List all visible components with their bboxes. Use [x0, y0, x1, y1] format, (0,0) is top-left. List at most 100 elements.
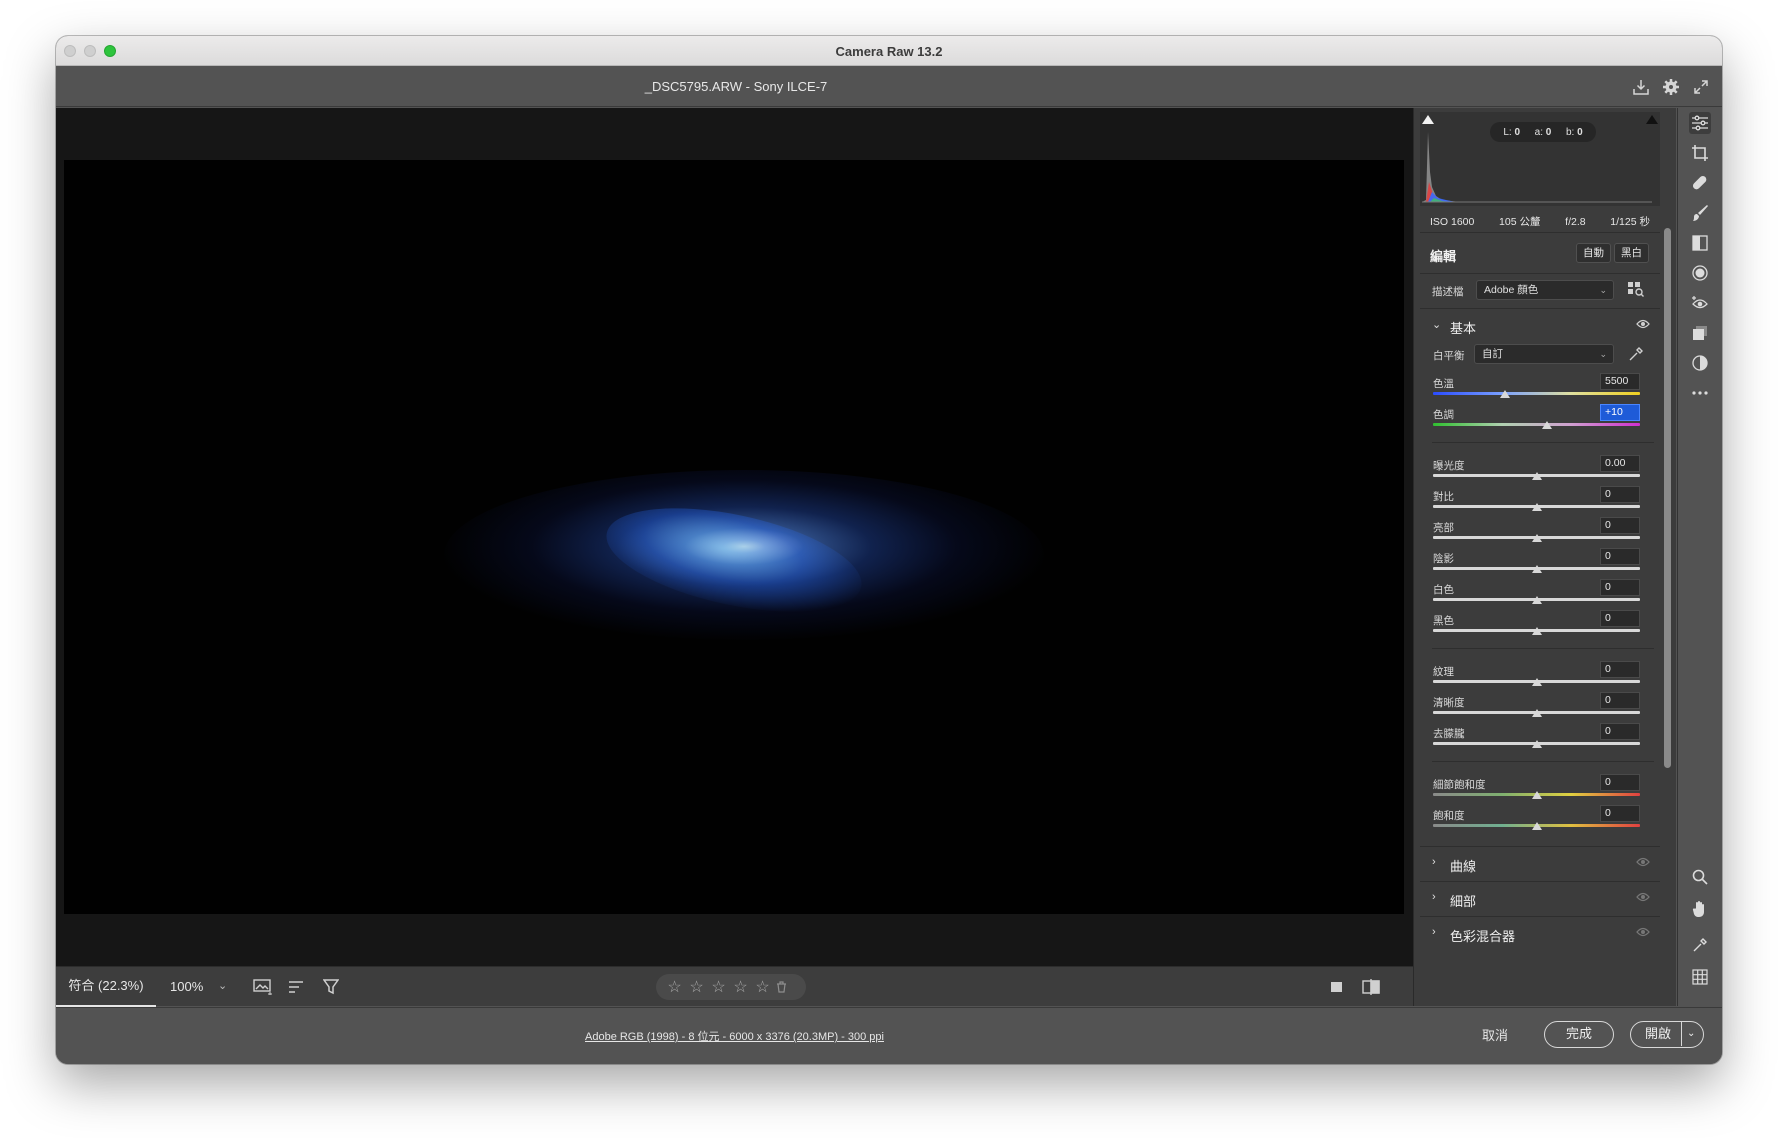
- trash-icon[interactable]: [776, 981, 793, 993]
- chevron-right-icon[interactable]: ›: [1432, 891, 1436, 903]
- grid-overlay-icon[interactable]: [1689, 966, 1711, 988]
- cancel-button[interactable]: 取消: [1482, 1025, 1508, 1044]
- texture-thumb[interactable]: [1531, 678, 1542, 686]
- shadows-value[interactable]: 0: [1600, 548, 1640, 565]
- shadows-slider[interactable]: 陰影 0: [1420, 548, 1660, 579]
- before-after-icon[interactable]: [1360, 977, 1382, 997]
- texture-value[interactable]: 0: [1600, 661, 1640, 678]
- color-sampler-icon[interactable]: [1689, 934, 1711, 956]
- chevron-right-icon[interactable]: ›: [1432, 926, 1436, 938]
- shadows-thumb[interactable]: [1531, 565, 1542, 573]
- texture-slider[interactable]: 紋理 0: [1420, 661, 1660, 692]
- snapshots-icon[interactable]: [1689, 322, 1711, 344]
- chevron-right-icon[interactable]: ›: [1432, 856, 1436, 868]
- image-canvas[interactable]: [56, 108, 1413, 966]
- workflow-options-link[interactable]: Adobe RGB (1998) - 8 位元 - 6000 x 3376 (2…: [56, 1028, 1413, 1044]
- exposure-slider[interactable]: 曝光度 0.00: [1420, 455, 1660, 486]
- presets-icon[interactable]: [1689, 352, 1711, 374]
- auto-button[interactable]: 自動: [1576, 243, 1611, 263]
- dehaze-thumb[interactable]: [1531, 740, 1542, 748]
- done-button[interactable]: 完成: [1544, 1021, 1614, 1048]
- vibrance-thumb[interactable]: [1531, 791, 1542, 799]
- profile-select[interactable]: Adobe 顏色 ⌄: [1476, 280, 1614, 300]
- blacks-thumb[interactable]: [1531, 627, 1542, 635]
- saturation-thumb[interactable]: [1531, 822, 1542, 830]
- whites-thumb[interactable]: [1531, 596, 1542, 604]
- rating-star-2[interactable]: ☆: [688, 977, 705, 997]
- chevron-down-icon[interactable]: ⌄: [1432, 318, 1441, 331]
- basic-section-header[interactable]: ⌄ 基本: [1420, 308, 1660, 340]
- temperature-value[interactable]: 5500: [1600, 373, 1640, 390]
- filmstrip-icon[interactable]: [252, 977, 274, 997]
- tint-slider[interactable]: 色調 +10: [1420, 404, 1660, 435]
- zoom-100-button[interactable]: 100%: [170, 967, 203, 1007]
- linear-gradient-icon[interactable]: [1689, 232, 1711, 254]
- dehaze-slider[interactable]: 去朦朧 0: [1420, 723, 1660, 754]
- healing-icon[interactable]: [1689, 172, 1711, 194]
- rating-star-5[interactable]: ☆: [754, 977, 771, 997]
- detail-section-header[interactable]: › 細部: [1420, 881, 1660, 916]
- open-options-chevron-icon[interactable]: ⌄: [1687, 1022, 1695, 1046]
- whites-slider[interactable]: 白色 0: [1420, 579, 1660, 610]
- filter-icon[interactable]: [320, 977, 342, 997]
- single-view-icon[interactable]: [1326, 977, 1348, 997]
- dehaze-value[interactable]: 0: [1600, 723, 1640, 740]
- temperature-thumb[interactable]: [1500, 390, 1511, 398]
- more-icon[interactable]: [1689, 382, 1711, 404]
- saturation-value[interactable]: 0: [1600, 805, 1640, 822]
- blacks-slider[interactable]: 黑色 0: [1420, 610, 1660, 641]
- exposure-value[interactable]: 0.00: [1600, 455, 1640, 472]
- hand-icon[interactable]: [1689, 898, 1711, 920]
- tint-track[interactable]: [1433, 423, 1640, 426]
- clarity-thumb[interactable]: [1531, 709, 1542, 717]
- color-mixer-section-header[interactable]: › 色彩混合器: [1420, 916, 1660, 951]
- save-icon[interactable]: [1630, 76, 1652, 98]
- highlights-slider[interactable]: 亮部 0: [1420, 517, 1660, 548]
- white-balance-select[interactable]: 自訂 ⌄: [1474, 344, 1614, 364]
- visibility-eye-icon[interactable]: [1636, 927, 1650, 937]
- sort-icon[interactable]: [286, 977, 308, 997]
- vibrance-value[interactable]: 0: [1600, 774, 1640, 791]
- black-white-button[interactable]: 黑白: [1614, 243, 1649, 263]
- eyedropper-icon[interactable]: [1628, 346, 1644, 362]
- contrast-value[interactable]: 0: [1600, 486, 1640, 503]
- clarity-value[interactable]: 0: [1600, 692, 1640, 709]
- photo-preview[interactable]: [64, 160, 1404, 914]
- zoom-icon[interactable]: [1689, 866, 1711, 888]
- profile-browser-icon[interactable]: [1628, 282, 1644, 297]
- contrast-thumb[interactable]: [1531, 503, 1542, 511]
- vibrance-slider[interactable]: 細節飽和度 0: [1420, 774, 1660, 805]
- exposure-thumb[interactable]: [1531, 472, 1542, 480]
- highlight-clipping-icon[interactable]: [1646, 115, 1658, 124]
- brush-icon[interactable]: [1689, 202, 1711, 224]
- tint-value[interactable]: +10: [1600, 404, 1640, 421]
- temperature-slider[interactable]: 色溫 5500: [1420, 373, 1660, 404]
- tint-thumb[interactable]: [1541, 421, 1552, 429]
- blacks-value[interactable]: 0: [1600, 610, 1640, 627]
- fullscreen-icon[interactable]: [1690, 76, 1712, 98]
- clarity-slider[interactable]: 清晰度 0: [1420, 692, 1660, 723]
- shadow-clipping-icon[interactable]: [1422, 115, 1434, 124]
- red-eye-icon[interactable]: [1689, 292, 1711, 314]
- visibility-eye-icon[interactable]: [1636, 857, 1650, 867]
- curve-section-header[interactable]: › 曲線: [1420, 846, 1660, 881]
- rating-star-1[interactable]: ☆: [666, 977, 683, 997]
- panel-scrollbar[interactable]: [1664, 228, 1671, 768]
- highlights-value[interactable]: 0: [1600, 517, 1640, 534]
- visibility-eye-icon[interactable]: [1636, 319, 1650, 329]
- visibility-eye-icon[interactable]: [1636, 892, 1650, 902]
- radial-filter-icon[interactable]: [1689, 262, 1711, 284]
- contrast-slider[interactable]: 對比 0: [1420, 486, 1660, 517]
- saturation-slider[interactable]: 飽和度 0: [1420, 805, 1660, 836]
- zoom-dropdown-chevron-icon[interactable]: ⌄: [218, 979, 227, 992]
- edit-sliders-icon[interactable]: [1689, 112, 1711, 134]
- gear-icon[interactable]: [1660, 76, 1682, 98]
- open-button[interactable]: 開啟 ⌄: [1630, 1021, 1704, 1048]
- whites-value[interactable]: 0: [1600, 579, 1640, 596]
- zoom-fit-button[interactable]: 符合 (22.3%): [56, 967, 156, 1007]
- rating-star-3[interactable]: ☆: [710, 977, 727, 997]
- temperature-track[interactable]: [1433, 392, 1640, 395]
- highlights-thumb[interactable]: [1531, 534, 1542, 542]
- crop-icon[interactable]: [1689, 142, 1711, 164]
- rating-star-4[interactable]: ☆: [732, 977, 749, 997]
